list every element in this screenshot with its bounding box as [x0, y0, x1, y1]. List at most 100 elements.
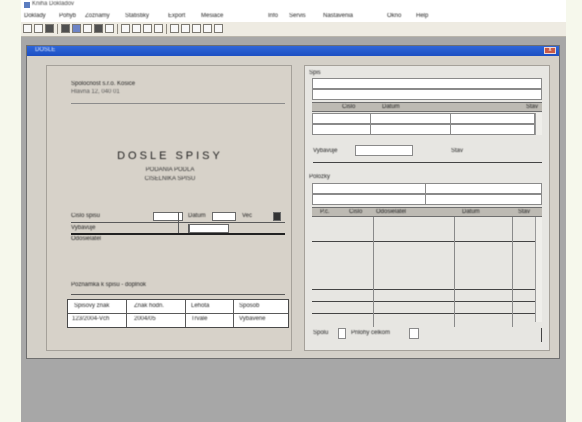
copy-icon[interactable] [94, 24, 103, 33]
menu-item-export[interactable]: Export [168, 13, 185, 19]
footer-header-0: Spisovy znak [74, 303, 110, 309]
data-entry-panel: Spis Cislo Datum Stav Vybavuje Stav Polo… [304, 65, 550, 351]
grid-row-line [312, 313, 535, 314]
footer-value-3: Vybavene [239, 316, 266, 322]
form-line-2 [71, 233, 285, 235]
document-preview-panel: Spolocnost s.r.o. Kosice Hlavna 12, 040 … [46, 65, 292, 351]
polozky-grid-col-odosielatel[interactable]: Odosielatel [376, 209, 406, 215]
first-record-icon[interactable] [121, 24, 130, 33]
close-icon[interactable]: x [544, 47, 556, 54]
polozky-grid-col-datum[interactable]: Datum [462, 209, 480, 215]
vybavuje-field[interactable] [355, 145, 413, 156]
footer-value-1: 2004/05 [134, 316, 156, 322]
spis-grid-col-stav[interactable]: Stav [526, 104, 538, 110]
grid-row-line [312, 289, 535, 290]
bottom-edge [541, 328, 542, 342]
filter-icon[interactable] [203, 24, 212, 33]
menu-item-mesiace[interactable]: Mesiace [201, 13, 223, 19]
footer-col-divider [185, 300, 186, 327]
menu-item-info[interactable]: Info [268, 13, 278, 19]
spolu-field[interactable] [338, 328, 346, 339]
next-record-icon[interactable] [143, 24, 152, 33]
vybavuje-field[interactable] [189, 224, 229, 233]
vec-checkbox[interactable] [273, 212, 281, 221]
polozky-grid-col-cislo[interactable]: Cislo [349, 209, 362, 215]
paste-icon[interactable] [105, 24, 114, 33]
window-title: Kniha Dokladov [32, 1, 75, 7]
form-divider [178, 212, 179, 233]
label-datum: Datum [188, 213, 206, 219]
polozky-grid-body[interactable] [312, 217, 535, 327]
previous-record-icon[interactable] [132, 24, 141, 33]
header-divider [71, 103, 285, 104]
section-divider [313, 162, 542, 163]
menu-item-okno[interactable]: Okno [387, 13, 401, 19]
spis-section-label: Spis [309, 70, 321, 76]
add-record-icon[interactable] [170, 24, 179, 33]
menu-item-nastavenia[interactable]: Nastavenia [323, 13, 353, 19]
footer-header-1: Znak hodn. [134, 303, 165, 309]
preview-icon[interactable] [72, 24, 81, 33]
save-icon[interactable] [45, 24, 54, 33]
delete-record-icon[interactable] [181, 24, 190, 33]
menu-item-zoznamy[interactable]: Zoznamy [85, 13, 110, 19]
document-heading: DOSLE SPISY [117, 150, 223, 162]
footer-header-3: Sposob [239, 303, 260, 309]
polozky-top-field[interactable] [312, 183, 542, 194]
polozky-section-label: Polozky [309, 174, 331, 180]
label-odosielatel: Odosielatel [71, 236, 102, 242]
footer-header-2: Lehota [191, 303, 210, 309]
company-name: Spolocnost s.r.o. Kosice [71, 81, 136, 87]
spolu-label: Spolu [313, 330, 329, 336]
prilohy-label: Prilohy celkom [351, 330, 391, 336]
document-title: DOSLE [35, 47, 56, 53]
spis-second-field[interactable] [312, 89, 542, 100]
prilohy-field[interactable] [409, 328, 419, 339]
spis-grid-header: Cislo Datum Stav [312, 102, 542, 112]
footer-value-0: 123/2004-Vch [72, 316, 110, 322]
spis-top-field[interactable] [312, 78, 542, 89]
polozky-grid-header: P.c. Cislo Odosielatel Datum Stav [312, 207, 542, 217]
document-subheading-2: CISELNIKA SPISU [144, 176, 196, 182]
new-icon[interactable] [23, 24, 32, 33]
polozky-grid-scrollbar[interactable] [535, 217, 542, 322]
menu-item-help[interactable]: Help [416, 13, 428, 19]
menu-item-pohyb[interactable]: Pohyb [59, 13, 76, 19]
company-address: Hlavna 12, 040 01 [71, 89, 120, 95]
spis-grid-scrollbar[interactable] [535, 113, 542, 135]
app-icon [24, 2, 30, 8]
grid-row-line [312, 301, 535, 302]
label-vec: Vec [242, 213, 253, 219]
grid-col-line [370, 113, 371, 135]
menu-item-statistiky[interactable]: Statistiky [125, 13, 149, 19]
application-window: Kniha Dokladov Doklady Pohyb Zoznamy Sta… [21, 0, 566, 422]
polozky-grid-col-pc[interactable]: P.c. [320, 209, 330, 215]
spis-grid-col-datum[interactable]: Datum [382, 104, 400, 110]
polozky-second-field[interactable] [312, 194, 542, 205]
open-icon[interactable] [34, 24, 43, 33]
note-line [71, 294, 285, 295]
spis-grid-col-cislo[interactable]: Cislo [342, 104, 355, 110]
datum-field[interactable] [212, 212, 236, 221]
spis-grid-row[interactable] [312, 113, 535, 124]
menu-bar: Doklady Pohyb Zoznamy Statistiky Export … [21, 11, 566, 22]
label-vybavuje: Vybavuje [71, 225, 96, 231]
polozky-grid-col-stav[interactable]: Stav [518, 209, 530, 215]
spis-grid-row[interactable] [312, 124, 535, 135]
menu-item-doklady[interactable]: Doklady [24, 13, 46, 19]
footer-col-divider [126, 300, 127, 327]
vybavuje-label: Vybavuje [313, 148, 338, 154]
print-icon[interactable] [61, 24, 70, 33]
grid-col-line [512, 217, 513, 327]
menu-item-servis[interactable]: Servis [289, 13, 306, 19]
toolbar-separator [117, 24, 118, 34]
footer-table-divider [68, 313, 288, 314]
cut-icon[interactable] [83, 24, 92, 33]
help-icon[interactable] [214, 24, 223, 33]
stav-label: Stav [451, 148, 464, 154]
footer-table: Spisovy znak Znak hodn. Lehota Sposob 12… [67, 299, 289, 328]
grid-col-line [454, 217, 455, 327]
last-record-icon[interactable] [154, 24, 163, 33]
find-icon[interactable] [192, 24, 201, 33]
toolbar-separator [57, 24, 58, 34]
